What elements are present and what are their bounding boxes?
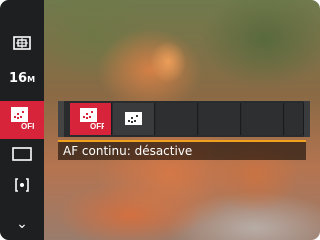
settings-sidebar: 16M OFF bbox=[0, 0, 44, 240]
chevron-down-icon: ⌄ bbox=[16, 215, 28, 232]
empty-slot bbox=[242, 103, 284, 135]
af-continuous-off-icon: OFF bbox=[78, 107, 106, 135]
resolution-value: 16M bbox=[8, 71, 36, 86]
option-description: AF continu: désactive bbox=[58, 140, 306, 160]
strip-right-edge bbox=[304, 101, 310, 137]
af-continuous-button[interactable]: OFF bbox=[0, 101, 44, 139]
face-detect-icon bbox=[14, 177, 30, 197]
resolution-button[interactable]: 16M bbox=[0, 62, 44, 95]
camera-screen: 16M OFF bbox=[0, 0, 320, 240]
af-continuous-off-option[interactable]: OFF bbox=[70, 103, 112, 135]
af-continuous-on-option[interactable] bbox=[113, 103, 155, 135]
face-detect-button[interactable] bbox=[0, 170, 44, 203]
empty-slot bbox=[156, 103, 198, 135]
af-options-strip: OFF bbox=[64, 101, 304, 137]
empty-slot bbox=[199, 103, 241, 135]
metering-button[interactable] bbox=[0, 28, 44, 61]
scroll-down-button[interactable]: ⌄ bbox=[0, 207, 44, 240]
empty-slot bbox=[285, 103, 304, 135]
svg-text:OFF: OFF bbox=[90, 122, 104, 131]
af-continuous-off-icon: OFF bbox=[10, 106, 37, 134]
af-continuous-on-icon bbox=[124, 111, 144, 130]
metering-icon bbox=[13, 35, 31, 54]
aspect-ratio-button[interactable] bbox=[0, 139, 44, 172]
aspect-ratio-icon bbox=[12, 146, 32, 165]
svg-text:OFF: OFF bbox=[21, 122, 34, 130]
